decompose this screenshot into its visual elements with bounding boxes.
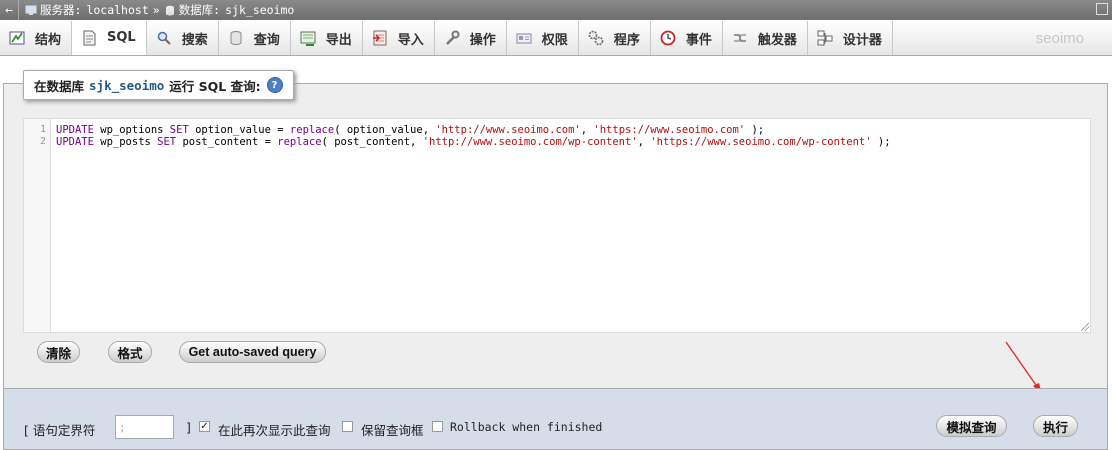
tab-label: 设计器 bbox=[842, 32, 882, 48]
panel-legend: 在数据库 sjk_seoimo 运行 SQL 查询: ? bbox=[23, 70, 294, 100]
code-token: option_value = bbox=[188, 124, 290, 136]
tab-label: 程序 bbox=[613, 32, 640, 48]
code-token: , bbox=[637, 136, 651, 148]
line-number: 2 bbox=[39, 136, 46, 147]
code-token: ( post_content, bbox=[321, 136, 423, 148]
search-icon bbox=[155, 29, 173, 47]
code-token: 'https://www.seoimo.com' bbox=[593, 124, 746, 136]
import-icon bbox=[371, 29, 389, 47]
rollback-label: Rollback when finished bbox=[450, 420, 603, 434]
code-line[interactable]: UPDATE wp_options SET option_value = rep… bbox=[56, 124, 764, 136]
tab-label: 事件 bbox=[685, 32, 712, 48]
code-line[interactable]: UPDATE wp_posts SET post_content = repla… bbox=[56, 136, 891, 148]
delimiter-label-close: ] bbox=[186, 420, 191, 435]
server-icon bbox=[25, 5, 37, 16]
brand-logo: seoimo bbox=[1035, 30, 1084, 47]
code-token: wp_posts bbox=[93, 136, 158, 148]
database-icon bbox=[164, 5, 176, 16]
retain-query-box-checkbox[interactable] bbox=[342, 421, 353, 432]
help-icon[interactable]: ? bbox=[266, 77, 283, 93]
tab-sql[interactable]: SQL bbox=[72, 21, 147, 55]
clear-button[interactable]: 清除 bbox=[37, 341, 80, 363]
tab-label: 查询 bbox=[253, 32, 280, 48]
tab-label: 操作 bbox=[469, 32, 496, 48]
delimiter-input[interactable] bbox=[115, 415, 174, 439]
tab-label: 搜索 bbox=[181, 32, 208, 48]
delimiter-label: [ 语句定界符 bbox=[24, 423, 96, 438]
tab-label: SQL bbox=[107, 30, 136, 45]
tab-export[interactable]: 导出 bbox=[291, 21, 363, 55]
code-token: replace bbox=[277, 136, 322, 148]
get-auto-saved-query-button[interactable]: Get auto-saved query bbox=[179, 341, 326, 363]
tab-query[interactable]: 查询 bbox=[219, 21, 291, 55]
triggers-icon bbox=[731, 29, 749, 47]
line-number-gutter: 1 2 bbox=[24, 119, 51, 332]
database-label[interactable]: 数据库: bbox=[179, 2, 220, 18]
tab-triggers[interactable]: 触发器 bbox=[723, 21, 808, 55]
code-token: UPDATE bbox=[56, 136, 94, 148]
server-value[interactable]: localhost bbox=[86, 3, 148, 17]
routines-icon bbox=[587, 29, 605, 47]
rollback-checkbox[interactable] bbox=[432, 421, 443, 432]
line-number: 1 bbox=[39, 124, 46, 135]
code-token: replace bbox=[289, 124, 335, 136]
server-label[interactable]: 服务器: bbox=[40, 2, 81, 18]
tab-routines[interactable]: 程序 bbox=[579, 21, 651, 55]
legend-prefix: 在数据库 bbox=[34, 78, 85, 94]
simulate-query-button[interactable]: 模拟查询 bbox=[936, 415, 1007, 437]
privileges-icon bbox=[515, 29, 533, 47]
back-arrow-icon[interactable]: ← bbox=[0, 3, 18, 18]
code-token: ); bbox=[871, 136, 891, 148]
tab-structure[interactable]: 结构 bbox=[0, 21, 73, 55]
code-token: ); bbox=[745, 124, 765, 136]
format-button[interactable]: 格式 bbox=[108, 341, 152, 363]
query-icon bbox=[227, 29, 245, 47]
tab-label: 触发器 bbox=[757, 32, 797, 48]
go-button[interactable]: 执行 bbox=[1033, 415, 1078, 437]
code-token: 'http://www.seoimo.com' bbox=[435, 124, 581, 136]
events-icon bbox=[659, 29, 677, 47]
window-control-icon[interactable] bbox=[1096, 3, 1108, 15]
legend-suffix: 运行 SQL 查询: bbox=[169, 78, 261, 94]
tab-label: 结构 bbox=[35, 32, 62, 48]
code-token: UPDATE bbox=[56, 124, 94, 136]
tab-search[interactable]: 搜索 bbox=[147, 21, 219, 55]
code-token: SET bbox=[169, 124, 189, 136]
tab-label: 导入 bbox=[397, 32, 424, 48]
structure-icon bbox=[8, 29, 26, 47]
database-value[interactable]: sjk_seoimo bbox=[225, 3, 294, 17]
show-again-label: 在此再次显示此查询 bbox=[218, 423, 331, 438]
divider bbox=[18, 0, 19, 20]
tab-label: 导出 bbox=[325, 32, 352, 48]
tab-designer[interactable]: 设计器 bbox=[808, 21, 893, 55]
tab-label: 权限 bbox=[541, 32, 568, 48]
code-token: ( option_value, bbox=[334, 124, 436, 136]
code-token: SET bbox=[157, 136, 177, 148]
code-token: post_content = bbox=[176, 136, 278, 148]
code-token: wp_options bbox=[93, 124, 170, 136]
code-token: 'https://www.seoimo.com/wp-content' bbox=[650, 136, 872, 148]
sql-icon bbox=[80, 29, 98, 47]
tab-bar: 结构 SQL 搜索 查询 导出 导入 操作 权限 程序 事件 触发器 设计器 bbox=[0, 21, 1112, 56]
tab-operations[interactable]: 操作 bbox=[435, 21, 507, 55]
code-token: 'http://www.seoimo.com/wp-content' bbox=[422, 136, 638, 148]
show-again-checkbox[interactable]: ✓ bbox=[199, 421, 210, 432]
legend-database-name: sjk_seoimo bbox=[89, 77, 165, 93]
tab-privileges[interactable]: 权限 bbox=[507, 21, 579, 55]
sql-editor[interactable]: 1 2 UPDATE wp_options SET option_value =… bbox=[23, 118, 1091, 333]
export-icon bbox=[299, 29, 317, 47]
breadcrumb-bar: ← 服务器: localhost » 数据库: sjk_seoimo bbox=[0, 0, 1112, 20]
tab-import[interactable]: 导入 bbox=[363, 21, 435, 55]
tab-events[interactable]: 事件 bbox=[651, 21, 723, 55]
code-token: , bbox=[580, 124, 594, 136]
retain-query-box-label: 保留查询框 bbox=[361, 423, 424, 438]
wrench-icon bbox=[443, 29, 461, 47]
designer-icon bbox=[816, 29, 834, 47]
resize-handle-icon[interactable] bbox=[1081, 323, 1089, 331]
breadcrumb-separator: » bbox=[152, 3, 160, 17]
